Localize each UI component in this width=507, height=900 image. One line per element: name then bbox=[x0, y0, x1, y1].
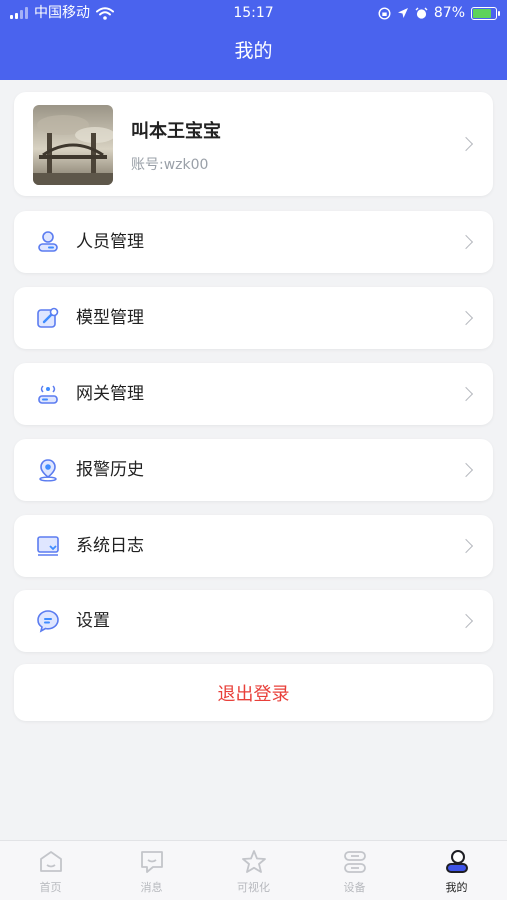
menu-item-model[interactable]: 模型管理 bbox=[14, 287, 493, 349]
chevron-right-icon bbox=[458, 538, 474, 554]
profile-name: 叫本王宝宝 bbox=[131, 121, 221, 142]
home-icon bbox=[40, 851, 62, 872]
wrench-edit-icon bbox=[37, 307, 59, 328]
profile-card[interactable]: 叫本王宝宝 账号:wzk00 bbox=[14, 92, 493, 196]
page-title: 我的 bbox=[234, 40, 273, 62]
log-book-icon bbox=[37, 536, 59, 556]
settings-chat-icon bbox=[37, 610, 59, 633]
tab-messages[interactable]: 消息 bbox=[101, 841, 202, 900]
location-pin-icon bbox=[39, 459, 57, 482]
menu-item-personnel[interactable]: 人员管理 bbox=[14, 211, 493, 273]
menu-item-label: 网关管理 bbox=[76, 384, 144, 404]
menu-item-alarm-history[interactable]: 报警历史 bbox=[14, 439, 493, 501]
tab-visualization[interactable]: 可视化 bbox=[203, 841, 304, 900]
chevron-right-icon bbox=[458, 310, 474, 326]
menu-item-settings[interactable]: 设置 bbox=[14, 590, 493, 652]
status-bar: 中国移动 15:17 87% bbox=[0, 0, 507, 26]
tab-label: 我的 bbox=[445, 881, 468, 894]
person-badge-icon bbox=[38, 231, 58, 252]
tab-devices[interactable]: 设备 bbox=[304, 841, 405, 900]
logout-label: 退出登录 bbox=[217, 684, 290, 705]
lock-rotation-icon bbox=[378, 6, 391, 20]
tab-label: 首页 bbox=[39, 881, 62, 894]
tab-bar: 首页 消息 可视化 设备 我的 bbox=[0, 840, 507, 900]
location-arrow-icon bbox=[397, 8, 408, 18]
gateway-router-icon bbox=[38, 385, 58, 404]
menu-item-label: 系统日志 bbox=[76, 536, 144, 556]
menu-item-gateway[interactable]: 网关管理 bbox=[14, 363, 493, 425]
device-icon bbox=[344, 851, 366, 873]
tab-label: 可视化 bbox=[237, 881, 270, 894]
alarm-icon bbox=[415, 7, 428, 19]
chevron-right-icon bbox=[458, 613, 474, 629]
logout-button[interactable]: 退出登录 bbox=[14, 664, 493, 721]
battery-icon bbox=[471, 6, 500, 20]
profile-icon bbox=[446, 850, 468, 873]
top-bar: 中国移动 15:17 87% 我的 bbox=[0, 0, 507, 80]
profile-account: 账号:wzk00 bbox=[131, 157, 209, 173]
menu-item-system-log[interactable]: 系统日志 bbox=[14, 515, 493, 577]
menu-item-label: 报警历史 bbox=[76, 460, 144, 480]
chevron-right-icon bbox=[458, 234, 474, 250]
menu-item-label: 设置 bbox=[76, 611, 110, 631]
avatar bbox=[33, 105, 113, 185]
star-icon bbox=[242, 850, 266, 873]
chevron-right-icon bbox=[458, 136, 474, 152]
tab-label: 消息 bbox=[140, 881, 163, 894]
chevron-right-icon bbox=[458, 386, 474, 402]
tab-home[interactable]: 首页 bbox=[0, 841, 101, 900]
tab-profile[interactable]: 我的 bbox=[406, 841, 507, 900]
message-icon bbox=[141, 851, 163, 873]
tab-label: 设备 bbox=[343, 881, 366, 894]
chevron-right-icon bbox=[458, 462, 474, 478]
menu-item-label: 人员管理 bbox=[76, 232, 144, 252]
battery-percent: 87% bbox=[433, 5, 465, 21]
menu-item-label: 模型管理 bbox=[76, 308, 144, 328]
